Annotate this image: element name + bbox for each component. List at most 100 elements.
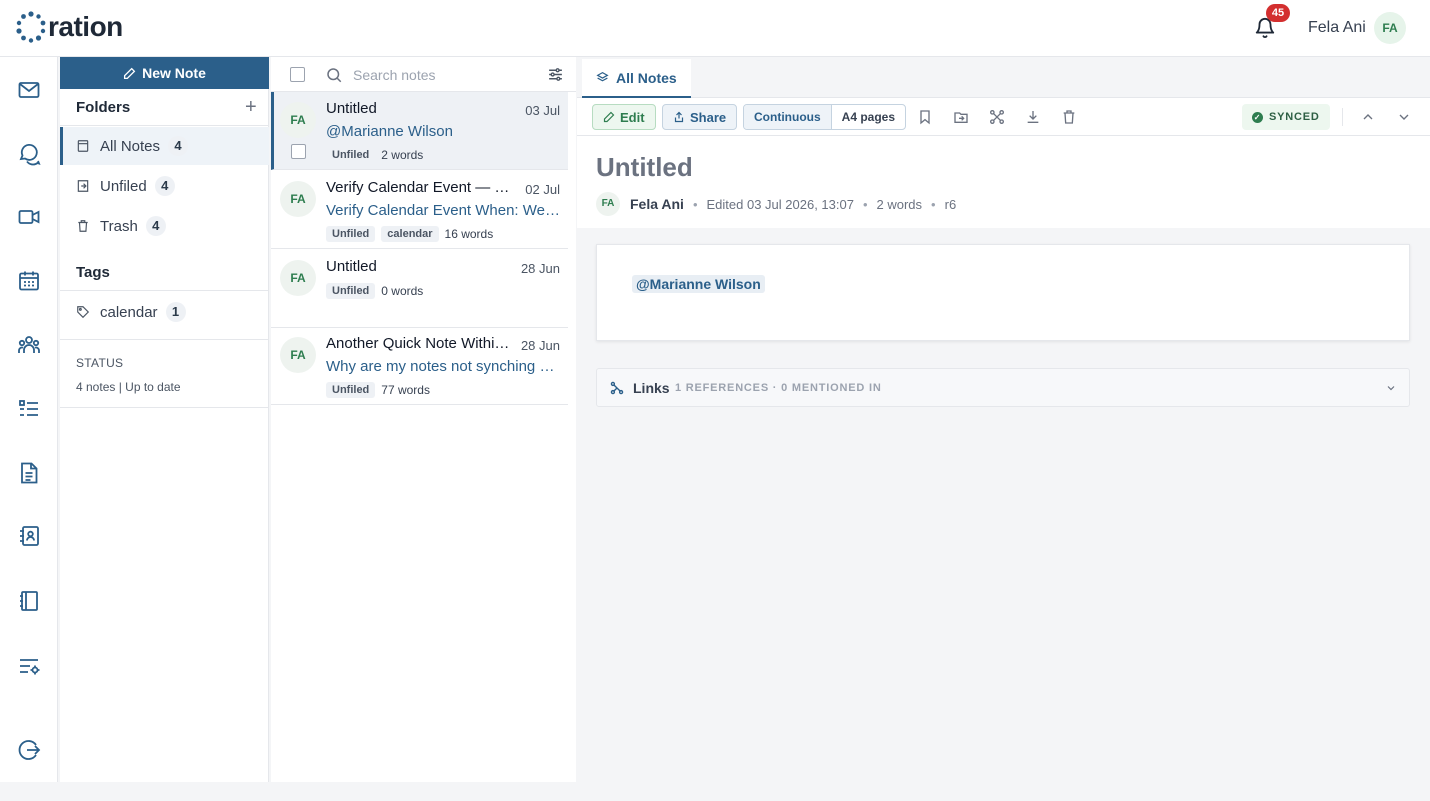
share-button[interactable]: Share (662, 104, 738, 130)
app-logo[interactable]: ration (16, 11, 123, 43)
word-count: 2 words (876, 196, 923, 212)
author-name: Fela Ani (630, 196, 684, 212)
word-count: 2 words (381, 148, 424, 162)
sync-status-label: SYNCED (1269, 111, 1320, 123)
tag-count: 1 (165, 302, 186, 322)
folder-label: All Notes (100, 137, 161, 155)
note-list-panel: FA Untitled 03 Jul @Marianne Wilson Unfi… (271, 57, 576, 782)
notification-badge: 45 (1266, 4, 1290, 22)
folder-item-unfiled[interactable]: Unfiled 4 (60, 167, 269, 205)
download-icon[interactable] (1025, 109, 1041, 125)
note-item[interactable]: FA Untitled 28 Jun Unfiled 0 words (271, 250, 568, 328)
note-item[interactable]: FA Verify Calendar Event — Now Accepting… (271, 171, 568, 249)
note-date: 28 Jun (520, 338, 560, 353)
mention-chip[interactable]: @Marianne Wilson (632, 275, 765, 293)
tab-label: All Notes (616, 69, 677, 86)
view-a4-option[interactable]: A4 pages (832, 105, 905, 129)
note-snippet: Verify Calendar Event When: Wednesday (326, 202, 560, 219)
note-editor-panel: All Notes Edit Share Continuous A4 pages (577, 57, 1430, 782)
note-item[interactable]: FA Untitled 03 Jul @Marianne Wilson Unfi… (271, 92, 568, 170)
divider (1342, 108, 1343, 126)
note-body[interactable]: @Marianne Wilson (596, 244, 1410, 341)
user-name[interactable]: Fela Ani (1308, 19, 1366, 37)
note-title: Untitled (326, 258, 377, 275)
share-icon (674, 111, 684, 123)
mail-icon[interactable] (17, 78, 41, 102)
folder-tag: Unfiled (326, 382, 376, 398)
trash-icon[interactable] (1061, 109, 1077, 125)
edited-timestamp: Edited 03 Jul 2026, 13:07 (706, 196, 854, 212)
tab-all-notes[interactable]: All Notes (582, 59, 691, 98)
tags-heading: Tags (76, 264, 110, 281)
edit-button[interactable]: Edit (592, 104, 656, 130)
pencil-icon (603, 111, 615, 123)
label-tag: calendar (381, 226, 439, 242)
top-bar: ration 45 Fela Ani FA (0, 0, 1430, 57)
notebook-icon[interactable] (17, 589, 41, 613)
note-title-heading[interactable]: Untitled (596, 152, 693, 183)
video-icon[interactable] (17, 205, 41, 229)
folder-item-all-notes[interactable]: All Notes 4 (60, 127, 269, 165)
check-circle-icon: ✓ (1252, 111, 1263, 123)
folder-item-trash[interactable]: Trash 4 (60, 207, 269, 245)
note-avatar: FA (280, 337, 316, 373)
note-title: Another Quick Note Within the App (326, 335, 516, 352)
note-meta-line: FA Fela Ani • Edited 03 Jul 2026, 13:07 … (596, 192, 956, 216)
search-input[interactable] (353, 63, 533, 87)
settings-list-icon[interactable] (17, 654, 41, 678)
chevron-up-icon[interactable] (1360, 109, 1376, 125)
notes-stack-icon (77, 140, 89, 152)
user-avatar[interactable]: FA (1374, 12, 1406, 44)
author-avatar: FA (596, 192, 620, 216)
filter-icon[interactable] (547, 66, 564, 83)
note-checkbox[interactable] (291, 144, 306, 159)
tag-item-calendar[interactable]: calendar 1 (60, 293, 269, 331)
note-meta: Unfiled 2 words (326, 147, 423, 163)
tasks-icon[interactable] (17, 397, 41, 421)
word-count: 16 words (444, 227, 494, 241)
calendar-icon[interactable] (17, 269, 41, 293)
note-avatar: FA (280, 102, 316, 138)
links-label: Links (633, 380, 670, 396)
note-snippet: @Marianne Wilson (326, 123, 453, 140)
trash-icon (78, 220, 88, 232)
tag-label: calendar (100, 303, 158, 321)
divider (60, 407, 269, 408)
word-count: 0 words (381, 284, 424, 298)
note-meta: Unfiled 0 words (326, 283, 423, 299)
logout-icon[interactable] (17, 738, 41, 762)
chevron-down-icon[interactable] (1396, 109, 1412, 125)
chat-icon[interactable] (17, 142, 41, 166)
links-panel[interactable]: Links 1 REFERENCES · 0 MENTIONED IN (596, 368, 1410, 407)
people-icon[interactable] (17, 333, 41, 357)
logo-mark-icon (16, 11, 46, 43)
note-item[interactable]: FA Another Quick Note Within the App 28 … (271, 327, 568, 405)
folder-label: Trash (100, 217, 138, 235)
note-avatar: FA (280, 260, 316, 296)
notes-icon[interactable] (17, 461, 41, 485)
note-date: 28 Jun (520, 261, 560, 276)
link-graph-icon (610, 381, 624, 395)
bookmark-icon[interactable] (917, 109, 933, 125)
view-continuous-option[interactable]: Continuous (744, 105, 832, 129)
folder-tag: Unfiled (326, 226, 376, 242)
app-nav-rail (0, 57, 58, 782)
note-date: 02 Jul (525, 182, 560, 197)
note-header: Untitled FA Fela Ani • Edited 03 Jul 202… (577, 136, 1430, 228)
move-to-folder-icon[interactable] (953, 109, 969, 125)
divider (60, 339, 269, 340)
link-graph-icon[interactable] (989, 109, 1005, 125)
chevron-down-icon[interactable] (1385, 382, 1397, 394)
select-all-checkbox[interactable] (290, 67, 305, 82)
inbox-icon (77, 180, 89, 192)
folder-count: 4 (154, 176, 175, 196)
tag-icon (77, 306, 90, 319)
add-folder-button[interactable]: + (245, 97, 257, 117)
note-meta: Unfiled 77 words (326, 382, 430, 398)
status-heading: STATUS (76, 356, 124, 370)
layers-icon (596, 71, 609, 82)
contacts-icon[interactable] (17, 524, 41, 548)
editor-toolbar: Edit Share Continuous A4 pages ✓ SYNCED (577, 98, 1430, 136)
new-note-button[interactable]: New Note (60, 57, 269, 89)
search-icon (325, 66, 343, 84)
